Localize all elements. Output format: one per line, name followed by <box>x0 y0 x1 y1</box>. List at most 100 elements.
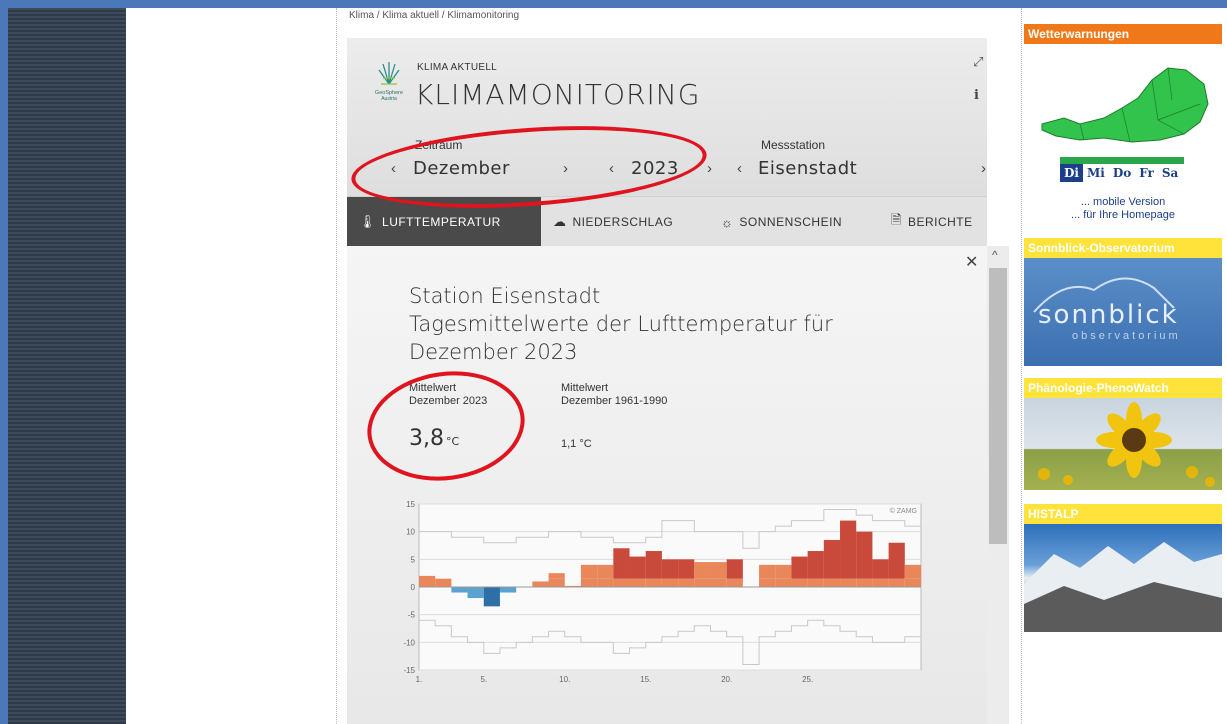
temperature-bar-anomaly <box>840 520 857 579</box>
histalp-title[interactable]: HISTALP <box>1024 504 1222 524</box>
info-icon[interactable]: i <box>974 88 979 103</box>
tab-niederschlag[interactable]: ☁ NIEDERSCHLAG <box>553 197 673 247</box>
temperature-bar <box>791 578 808 587</box>
temperature-bar <box>678 578 695 587</box>
mean-value-reference: 1,1 °C <box>561 438 592 450</box>
main-content: Klima / Klima aktuell / Klimamonitoring … <box>336 8 1022 724</box>
expand-icon[interactable]: ⤢ <box>973 54 983 70</box>
thermometer-icon: 🌡 <box>359 214 377 229</box>
panel-station-title: Station Eisenstadt <box>409 284 601 308</box>
temperature-bar <box>661 578 679 587</box>
chart-watermark: © ZAMG <box>890 507 917 515</box>
close-icon[interactable]: ✕ <box>965 252 978 272</box>
temperature-bar-anomaly <box>807 551 824 579</box>
station-select[interactable]: Eisenstadt <box>758 158 857 179</box>
sunflower-image[interactable] <box>1024 398 1222 490</box>
panel-month-title: Dezember 2023 <box>409 340 578 364</box>
temperature-bar <box>872 578 889 587</box>
x-tick-label: 25. <box>802 675 813 684</box>
mobile-version-link[interactable]: ... mobile Version <box>1024 196 1222 209</box>
day-tab[interactable]: Di <box>1060 164 1083 182</box>
temperature-bar <box>710 578 727 587</box>
x-tick-label: 1. <box>416 675 423 684</box>
mean-label-ref-b: Dezember 1961-1990 <box>561 395 668 407</box>
warning-level-strip <box>1060 157 1184 164</box>
temperature-bar <box>580 578 598 587</box>
homepage-link[interactable]: ... für Ihre Homepage <box>1024 209 1222 222</box>
rain-cloud-icon: ☁ <box>553 214 567 229</box>
temperature-bar <box>629 578 646 587</box>
phenowatch-box[interactable]: Phänologie-PhenoWatch <box>1024 378 1222 490</box>
temperature-bar-anomaly <box>726 559 743 579</box>
y-tick-label: 5 <box>411 555 416 564</box>
y-tick-label: -10 <box>403 638 415 647</box>
warnings-title[interactable]: Wetterwarnungen <box>1024 24 1222 44</box>
temperature-bar <box>807 578 824 587</box>
temperature-bar-cold <box>451 587 468 593</box>
temperature-bar <box>726 578 743 587</box>
temperature-bar-anomaly <box>645 551 662 579</box>
browser-viewport: Klima / Klima aktuell / Klimamonitoring … <box>8 8 1227 724</box>
panel-chart-title: Tagesmittelwerte der Lufttemperatur für <box>409 312 833 336</box>
temperature-bar-anomaly <box>678 559 695 579</box>
temperature-bar-cold <box>467 587 484 599</box>
temperature-bar <box>888 578 905 587</box>
x-tick-label: 10. <box>559 675 570 684</box>
tab-sonnenschein[interactable]: ☼ SONNENSCHEIN <box>721 197 842 247</box>
temperature-chart: 15 10 5 0 -5 -10 -151. 5. 10. 15. 20. 25. © ZAMG <box>403 500 922 684</box>
temperature-bar <box>759 578 776 587</box>
year-next-chevron-icon[interactable]: › <box>707 160 712 177</box>
day-tab[interactable]: Do <box>1109 164 1135 182</box>
tab-berichte[interactable]: 🗎 BERICHTE <box>891 197 973 247</box>
station-next-chevron-icon[interactable]: › <box>981 160 986 177</box>
temperature-bar <box>645 578 662 587</box>
scrollbar-thumb[interactable] <box>989 268 1007 544</box>
mean-label-ref-a: Mittelwert <box>561 382 609 394</box>
temperature-bar-anomaly <box>548 573 565 579</box>
station-prev-chevron-icon[interactable]: ‹ <box>737 160 742 177</box>
temperature-bar-anomaly <box>694 562 711 579</box>
temperature-bar-anomaly <box>823 539 841 579</box>
sun-icon: ☼ <box>721 214 734 230</box>
y-tick-label: -5 <box>408 611 416 620</box>
temperature-bar-anomaly <box>597 564 614 579</box>
day-tab[interactable]: Fr <box>1135 164 1158 182</box>
temperature-bar <box>532 581 549 587</box>
temperature-bar-anomaly <box>580 564 598 579</box>
panel-scrollbar[interactable]: ^ <box>987 246 1009 724</box>
alps-image[interactable] <box>1024 524 1222 632</box>
widget-subtitle: KLIMA AKTUELL <box>417 62 498 73</box>
day-tab[interactable]: Sa <box>1158 164 1182 182</box>
y-tick-label: 10 <box>406 528 415 537</box>
temperature-bar <box>823 578 841 587</box>
scroll-up-chevron-icon[interactable]: ^ <box>992 248 998 262</box>
page-title: KLIMAMONITORING <box>415 78 701 111</box>
sonnblick-logo-image[interactable]: sonnblick observatorium <box>1024 258 1222 366</box>
breadcrumb[interactable]: Klima / Klima aktuell / Klimamonitoring <box>349 10 519 21</box>
sonnblick-logo-subtext: observatorium <box>1072 330 1181 342</box>
temperature-bar-anomaly <box>661 559 679 579</box>
right-sidebar: Wetterwarnungen Di Mi Do Fr Sa ... mobil… <box>1024 16 1227 724</box>
temperature-bar-anomaly <box>759 564 776 579</box>
temperature-bar-anomaly <box>791 556 808 579</box>
temperature-bar-cold <box>499 587 517 593</box>
temperature-bar <box>548 578 565 587</box>
sunflower-icon <box>1038 402 1215 487</box>
temperature-bar-anomaly <box>710 562 727 579</box>
sonnblick-title[interactable]: Sonnblick-Observatorium <box>1024 238 1222 258</box>
sonnblick-box[interactable]: Sonnblick-Observatorium sonnblick observ… <box>1024 238 1222 368</box>
day-tab[interactable]: Mi <box>1083 164 1109 182</box>
warning-days: Di Mi Do Fr Sa <box>1060 164 1182 182</box>
svg-text:Austria: Austria <box>381 96 397 102</box>
temperature-bar <box>904 578 921 587</box>
y-tick-label: -15 <box>403 666 415 675</box>
histalp-box[interactable]: HISTALP <box>1024 504 1222 632</box>
phenowatch-title[interactable]: Phänologie-PhenoWatch <box>1024 378 1222 398</box>
temperature-bar <box>613 578 630 587</box>
temperature-bar <box>856 578 873 587</box>
y-tick-label: 15 <box>406 500 415 509</box>
temperature-bar-anomaly <box>856 531 873 579</box>
warnings-box[interactable]: Wetterwarnungen Di Mi Do Fr Sa ... mobil… <box>1024 24 1222 228</box>
left-sidebar-pattern <box>8 8 126 724</box>
geosphere-logo-icon: GeoSphere Austria <box>375 62 403 102</box>
